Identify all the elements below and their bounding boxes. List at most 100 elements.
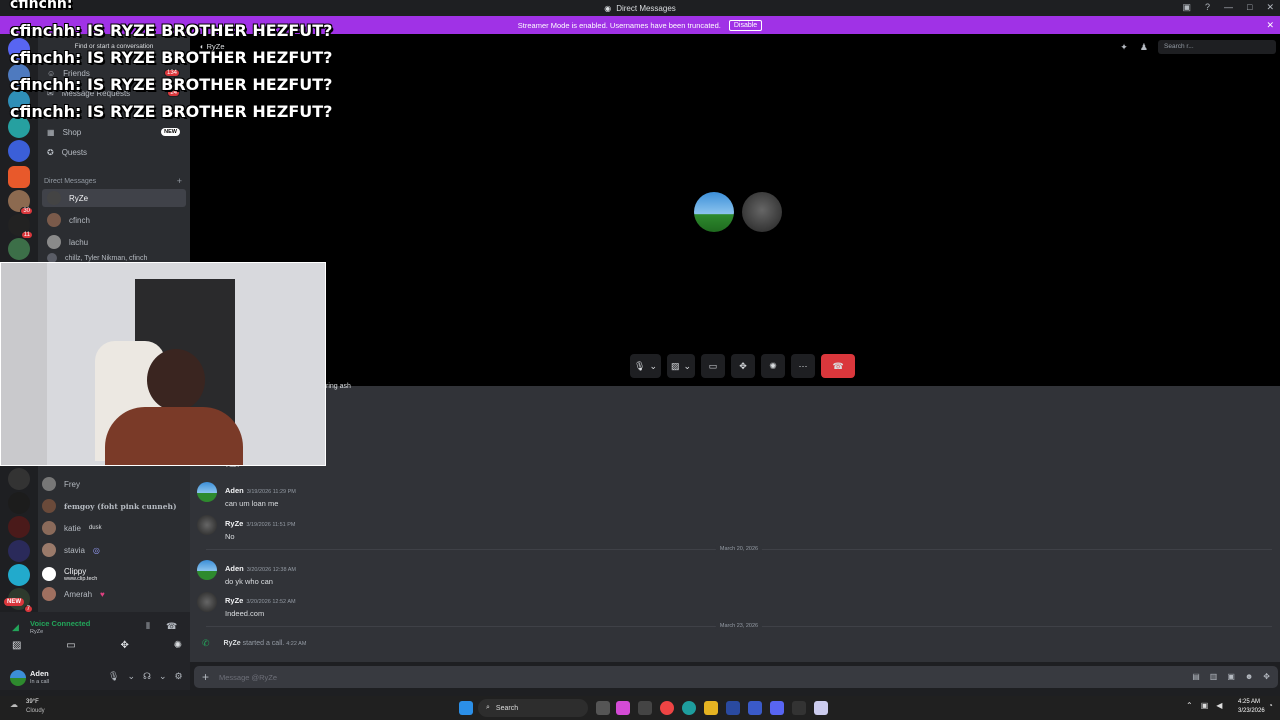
disable-streamer-button[interactable]: Disable: [728, 19, 763, 31]
dm-item[interactable]: lachu: [42, 233, 186, 251]
chevron-down-icon[interactable]: ⌄: [649, 361, 657, 372]
chevron-down-icon[interactable]: ⌄: [127, 671, 135, 682]
noise-suppression-icon[interactable]: ⦀: [146, 621, 150, 632]
gift-icon[interactable]: ▤: [1192, 672, 1200, 681]
tray-up-icon[interactable]: ⌃: [1186, 701, 1193, 710]
app-icon[interactable]: [814, 701, 828, 715]
camera-button[interactable]: ▨ ⌄: [666, 354, 696, 378]
server-icon[interactable]: [8, 140, 30, 162]
chrome-icon[interactable]: [660, 701, 674, 715]
server-icon[interactable]: [8, 492, 30, 514]
create-dm-icon[interactable]: +: [177, 176, 182, 186]
pin-icon[interactable]: ✦: [1120, 42, 1128, 53]
voice-channel[interactable]: RyZe: [30, 629, 43, 635]
mute-button[interactable]: 🎙 ⌄: [630, 354, 661, 378]
add-attachment-icon[interactable]: +: [202, 670, 209, 684]
app-icon[interactable]: [638, 701, 652, 715]
sidebar-item-shop[interactable]: ▦ Shop NEW: [42, 123, 186, 141]
server-icon[interactable]: [8, 516, 30, 538]
start-button[interactable]: [459, 701, 473, 715]
weather-icon[interactable]: ☁: [10, 700, 18, 709]
server-icon[interactable]: [8, 166, 30, 188]
server-icon[interactable]: [8, 540, 30, 562]
message-composer[interactable]: + Message @RyZe ▤ ▥ ▣ ☻ ✥: [194, 666, 1278, 688]
share-screen-button[interactable]: ▭: [701, 354, 726, 378]
dm-item[interactable]: stavia ◎: [42, 541, 188, 559]
avatar[interactable]: [10, 670, 26, 686]
caller-avatar[interactable]: [742, 192, 782, 232]
more-button[interactable]: ⋯: [791, 354, 816, 378]
avatar[interactable]: [197, 482, 217, 502]
screen-share-icon[interactable]: ▭: [66, 640, 75, 651]
file-explorer-icon[interactable]: [704, 701, 718, 715]
activity-icon[interactable]: ✥: [120, 640, 128, 651]
headphones-icon[interactable]: ☊: [143, 671, 151, 682]
chevron-down-icon[interactable]: ⌄: [159, 671, 167, 682]
dm-item[interactable]: Amerah ♥: [42, 585, 188, 603]
dm-item[interactable]: femgoy (foht pink cunneh): [42, 497, 188, 515]
clock-time[interactable]: 4:25 AM: [1238, 699, 1260, 705]
avatar[interactable]: [197, 560, 217, 580]
edge-icon[interactable]: [682, 701, 696, 715]
volume-icon[interactable]: ◀: [1216, 701, 1222, 710]
microphone-icon[interactable]: 🎙: [108, 671, 119, 682]
emoji-icon[interactable]: ☻: [1245, 672, 1253, 681]
network-icon[interactable]: ▣: [1201, 701, 1209, 710]
sidebar-item-label: Shop: [62, 127, 82, 137]
server-icon[interactable]: [8, 468, 30, 490]
date-divider: March 20, 2026: [206, 546, 1272, 552]
minimize-button[interactable]: —: [1224, 2, 1233, 13]
app-icon[interactable]: [748, 701, 762, 715]
app-icon[interactable]: [726, 701, 740, 715]
message-author[interactable]: RyZe: [225, 519, 243, 528]
taskbar-search[interactable]: ⌕ Search: [478, 699, 588, 717]
message-author[interactable]: Aden: [225, 564, 244, 573]
apps-icon[interactable]: ✥: [1263, 672, 1270, 681]
gif-icon[interactable]: ▥: [1210, 672, 1218, 681]
message-author[interactable]: Aden: [225, 486, 244, 495]
weather-temp[interactable]: 39°F: [26, 699, 39, 705]
server-icon[interactable]: 11: [8, 214, 33, 239]
avatar[interactable]: [197, 515, 217, 535]
user-name[interactable]: Aden: [30, 669, 49, 678]
close-banner-icon[interactable]: ✕: [1266, 20, 1274, 31]
composer-placeholder[interactable]: Message @RyZe: [219, 673, 277, 682]
inbox-icon[interactable]: ▣: [1182, 2, 1191, 13]
server-icon[interactable]: 30: [8, 190, 33, 215]
dm-item[interactable]: cfinch: [42, 211, 186, 229]
message-author[interactable]: RyZe: [224, 640, 241, 647]
dm-item[interactable]: RyZe: [42, 189, 186, 207]
disconnect-icon[interactable]: ☎: [166, 621, 177, 632]
soundboard-icon[interactable]: ✺: [174, 640, 182, 651]
sticker-icon[interactable]: ▣: [1227, 672, 1235, 681]
sidebar-item-quests[interactable]: ✪ Quests: [42, 143, 186, 161]
terminal-icon[interactable]: [792, 701, 806, 715]
weather-desc[interactable]: Cloudy: [26, 708, 45, 714]
settings-gear-icon[interactable]: ⚙: [175, 671, 183, 682]
camera-off-icon[interactable]: ▨: [12, 640, 21, 651]
avatar[interactable]: [197, 592, 217, 612]
notification-bell-icon[interactable]: ◔: [1268, 701, 1273, 710]
close-window-button[interactable]: ✕: [1266, 2, 1274, 13]
maximize-button[interactable]: □: [1247, 2, 1252, 13]
task-view-icon[interactable]: [596, 701, 610, 715]
soundboard-button[interactable]: ✺: [761, 354, 786, 378]
copilot-icon[interactable]: [616, 701, 630, 715]
dm-item[interactable]: Clippy www.clip.tech: [42, 563, 188, 585]
dm-item[interactable]: katie dusk: [42, 519, 188, 537]
server-icon[interactable]: [8, 564, 30, 586]
chevron-down-icon[interactable]: ⌄: [684, 361, 692, 372]
dm-item[interactable]: Frey: [42, 475, 188, 493]
add-friends-icon[interactable]: ♟: [1140, 42, 1148, 53]
server-icon[interactable]: [8, 238, 30, 260]
caller-avatar[interactable]: [694, 192, 734, 232]
activities-button[interactable]: ✥: [731, 354, 756, 378]
clock-date[interactable]: 3/23/2026: [1238, 708, 1265, 714]
discord-taskbar-icon[interactable]: [770, 701, 784, 715]
search-input[interactable]: Search r...: [1158, 40, 1276, 54]
voice-status[interactable]: Voice Connected: [30, 619, 90, 628]
end-call-button[interactable]: ☎: [821, 354, 856, 378]
overlay-chat-line: cfinchh: IS RYZE BROTHER HEZFUT?: [10, 102, 333, 121]
help-icon[interactable]: ?: [1205, 2, 1210, 13]
message-author[interactable]: RyZe: [225, 596, 243, 605]
